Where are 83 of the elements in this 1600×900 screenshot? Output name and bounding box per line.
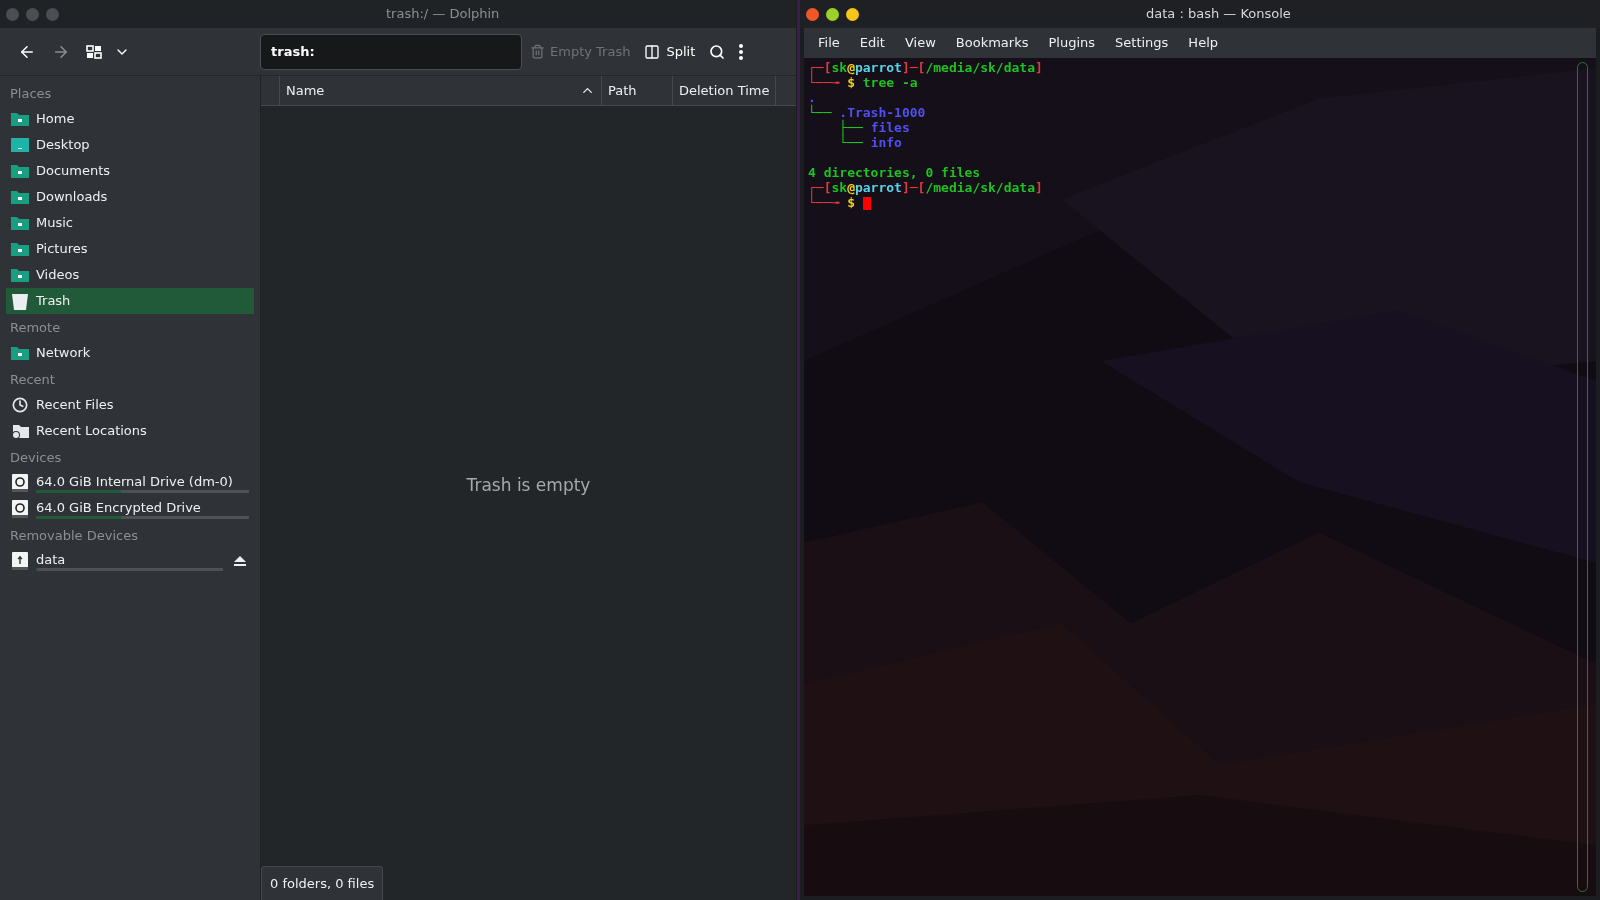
status-bar: 0 folders, 0 files xyxy=(261,866,384,900)
section-heading: Removable Devices xyxy=(9,527,139,546)
trash-icon xyxy=(530,44,545,59)
clock-icon xyxy=(12,397,28,413)
trash-icon xyxy=(12,292,28,310)
item-label: Network xyxy=(36,345,92,361)
sidebar-item[interactable]: Documents xyxy=(6,158,254,184)
terminal-line: └──╼ $ tree -a xyxy=(808,75,918,90)
item-label: Home xyxy=(36,111,76,127)
folder-icon xyxy=(11,190,29,204)
search-icon xyxy=(709,43,726,60)
drive-icon xyxy=(12,500,28,518)
terminal-line: └── info xyxy=(838,135,902,150)
sidebar-item[interactable]: Videos xyxy=(6,262,254,288)
window-title: trash:/ — Dolphin xyxy=(386,5,500,24)
item-label: Recent Locations xyxy=(36,423,148,439)
sidebar-item[interactable]: 64.0 GiB Internal Drive (dm-0) xyxy=(6,470,254,496)
sidebar-item[interactable]: data xyxy=(6,548,254,574)
item-label: Downloads xyxy=(36,189,109,205)
sidebar-item[interactable]: Desktop xyxy=(6,132,254,158)
split-button[interactable]: Split xyxy=(644,41,696,62)
search-button[interactable] xyxy=(709,43,726,60)
terminal-line: ├── files xyxy=(838,120,910,135)
item-label: Trash xyxy=(36,293,72,309)
menu-item[interactable]: Settings xyxy=(1105,33,1179,53)
section-heading: Recent xyxy=(9,371,56,390)
minimize-button[interactable] xyxy=(826,7,839,21)
sidebar-item[interactable]: Music xyxy=(6,210,254,236)
menu-item[interactable]: Plugins xyxy=(1038,33,1106,53)
column-header[interactable]: Deletion Time xyxy=(673,76,777,105)
item-label: Documents xyxy=(36,163,112,179)
column-header[interactable]: Path xyxy=(602,76,673,105)
menu-icon xyxy=(739,43,744,60)
section-heading: Devices xyxy=(9,449,63,468)
item-label: Pictures xyxy=(36,241,89,257)
empty-message: Trash is empty xyxy=(466,474,591,498)
item-label: Videos xyxy=(36,267,81,283)
view-mode-button[interactable] xyxy=(86,44,102,59)
terminal-line: . xyxy=(808,90,816,105)
location-field[interactable]: trash: xyxy=(260,33,522,70)
sidebar-item[interactable]: Trash xyxy=(6,288,254,314)
usb-drive-icon xyxy=(12,552,28,570)
folder-icon xyxy=(11,242,29,256)
maximize-button[interactable] xyxy=(846,7,859,21)
section-heading: Remote xyxy=(9,319,62,338)
item-label: Recent Files xyxy=(36,397,115,413)
close-button[interactable] xyxy=(806,7,819,21)
sidebar-item[interactable]: Recent Locations xyxy=(6,418,254,444)
menu-button[interactable] xyxy=(739,43,744,60)
recent-folder-icon xyxy=(11,423,29,439)
item-label: data xyxy=(36,551,67,568)
folder-icon xyxy=(11,346,29,360)
eject-icon[interactable] xyxy=(234,556,246,566)
terminal-line: └──╼ $ xyxy=(808,195,855,210)
terminal-line: 4 directories, 0 files xyxy=(808,165,981,180)
menu-item[interactable]: View xyxy=(894,33,946,53)
sidebar-item[interactable]: Home xyxy=(6,106,254,132)
folder-icon xyxy=(11,268,29,282)
sidebar-item[interactable]: Downloads xyxy=(6,184,254,210)
column-header[interactable]: Name xyxy=(280,76,602,105)
folder-icon xyxy=(11,216,29,230)
columns-icon xyxy=(644,43,661,60)
folder-icon xyxy=(11,112,29,126)
item-label: 64.0 GiB Internal Drive (dm-0) xyxy=(36,473,234,490)
sidebar-item[interactable]: Recent Files xyxy=(6,392,254,418)
menu-item[interactable]: File xyxy=(808,33,850,53)
desktop-icon xyxy=(11,138,29,152)
drive-icon xyxy=(12,474,28,492)
sidebar-item[interactable]: 64.0 GiB Encrypted Drive xyxy=(6,496,254,522)
folder-icon xyxy=(11,164,29,178)
terminal-line: └── .Trash-1000 xyxy=(808,105,926,120)
menu-item[interactable]: Edit xyxy=(849,33,895,53)
item-label: Music xyxy=(36,215,74,231)
sidebar-item[interactable]: Pictures xyxy=(6,236,254,262)
terminal-line: ┌─[sk@parrot]─[/media/sk/data] xyxy=(808,60,1043,75)
window-title: data : bash — Konsole xyxy=(1146,5,1291,24)
sidebar-item[interactable]: Network xyxy=(6,340,254,366)
menu-item[interactable]: Help xyxy=(1178,33,1228,53)
section-heading: Places xyxy=(9,85,53,104)
item-label: 64.0 GiB Encrypted Drive xyxy=(36,499,202,516)
item-label: Desktop xyxy=(36,137,91,153)
menu-item[interactable]: Bookmarks xyxy=(945,33,1039,53)
terminal-line: ┌─[sk@parrot]─[/media/sk/data] xyxy=(808,180,1043,195)
